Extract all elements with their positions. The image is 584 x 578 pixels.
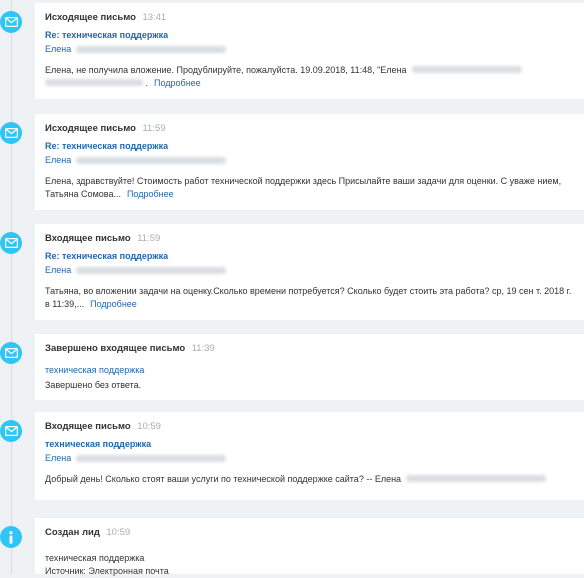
event-header: Исходящее письмо 13:41 <box>45 10 574 25</box>
contact-row: Елена <box>45 42 574 56</box>
email-subject-link[interactable]: Re: техническая поддержка <box>45 28 574 42</box>
blurred-text <box>45 79 143 86</box>
event-title: Входящее письмо <box>45 233 131 244</box>
email-preview: Добрый день! Сколько стоят ваши услуги п… <box>45 473 574 486</box>
email-subject-link[interactable]: техническая поддержка <box>45 363 574 377</box>
event-card: Исходящее письмо 13:41 Re: техническая п… <box>35 3 584 99</box>
email-subject-link[interactable]: техническая поддержка <box>45 437 574 451</box>
contact-name-link[interactable]: Елена <box>45 42 71 56</box>
event-title: Завершено входящее письмо <box>45 343 186 354</box>
event-title: Исходящее письмо <box>45 12 136 23</box>
email-subject-link[interactable]: Re: техническая поддержка <box>45 249 574 263</box>
event-header: Входящее письмо 10:59 <box>45 419 574 434</box>
blurred-email <box>76 45 227 53</box>
blurred-email <box>76 156 227 164</box>
completion-status: Завершено без ответа. <box>45 380 142 390</box>
event-time: 11:59 <box>137 233 161 244</box>
event-time: 13:41 <box>142 12 167 23</box>
email-preview-text: Елена, здравствуйте! Стоимость работ тех… <box>45 176 562 199</box>
event-header: Завершено входящее письмо 11:39 <box>45 341 574 356</box>
contact-row: Елена <box>45 153 574 167</box>
event-card: Завершено входящее письмо 11:39 техничес… <box>35 334 584 400</box>
more-link[interactable]: Подробнее <box>154 78 201 88</box>
event-card: Исходящее письмо 11:59 Re: техническая п… <box>35 114 584 210</box>
contact-row: Елена <box>45 263 574 277</box>
lead-name: техническая поддержка <box>45 553 145 563</box>
more-link[interactable]: Подробнее <box>127 189 174 199</box>
timeline-line <box>11 0 12 574</box>
contact-row: Елена <box>45 451 574 465</box>
blurred-email <box>76 266 227 274</box>
more-link[interactable]: Подробнее <box>90 299 137 309</box>
blurred-email <box>406 475 547 482</box>
event-title: Создан лид <box>45 527 100 538</box>
contact-name-link[interactable]: Елена <box>45 263 71 277</box>
blurred-text <box>411 66 522 73</box>
event-card: Входящее письмо 10:59 техническая поддер… <box>35 412 584 500</box>
email-preview: Елена, здравствуйте! Стоимость работ тех… <box>45 175 574 201</box>
event-title: Исходящее письмо <box>45 123 136 134</box>
info-icon <box>0 526 22 548</box>
email-preview: Елена, не получила вложение. Продублируй… <box>45 64 574 90</box>
email-subject-link[interactable]: Re: техническая поддержка <box>45 139 574 153</box>
lead-source: Источник: Электронная почта <box>45 566 169 576</box>
email-preview-text: Елена, не получила вложение. Продублируй… <box>45 65 407 75</box>
event-card: Создан лид 10:59 техническая поддержка И… <box>35 518 584 576</box>
event-card: Входящее письмо 11:59 Re: техническая по… <box>35 224 584 320</box>
event-header: Входящее письмо 11:59 <box>45 231 574 246</box>
envelope-icon <box>0 420 22 442</box>
event-time: 10:59 <box>106 527 131 538</box>
event-time: 11:39 <box>191 343 215 354</box>
email-preview-text: Добрый день! Сколько стоят ваши услуги п… <box>45 474 402 484</box>
event-header: Создан лид 10:59 <box>45 525 574 540</box>
envelope-icon <box>0 342 22 364</box>
envelope-icon <box>0 122 22 144</box>
blurred-email <box>76 454 227 462</box>
envelope-icon <box>0 11 22 33</box>
event-header: Исходящее письмо 11:59 <box>45 121 574 136</box>
event-time: 10:59 <box>137 421 161 432</box>
event-title: Входящее письмо <box>45 421 131 432</box>
event-time: 11:59 <box>142 123 166 134</box>
envelope-icon <box>0 232 22 254</box>
contact-name-link[interactable]: Елена <box>45 153 71 167</box>
email-preview: Татьяна, во вложении задачи на оценку.Ск… <box>45 285 574 311</box>
contact-name-link[interactable]: Елена <box>45 451 71 465</box>
